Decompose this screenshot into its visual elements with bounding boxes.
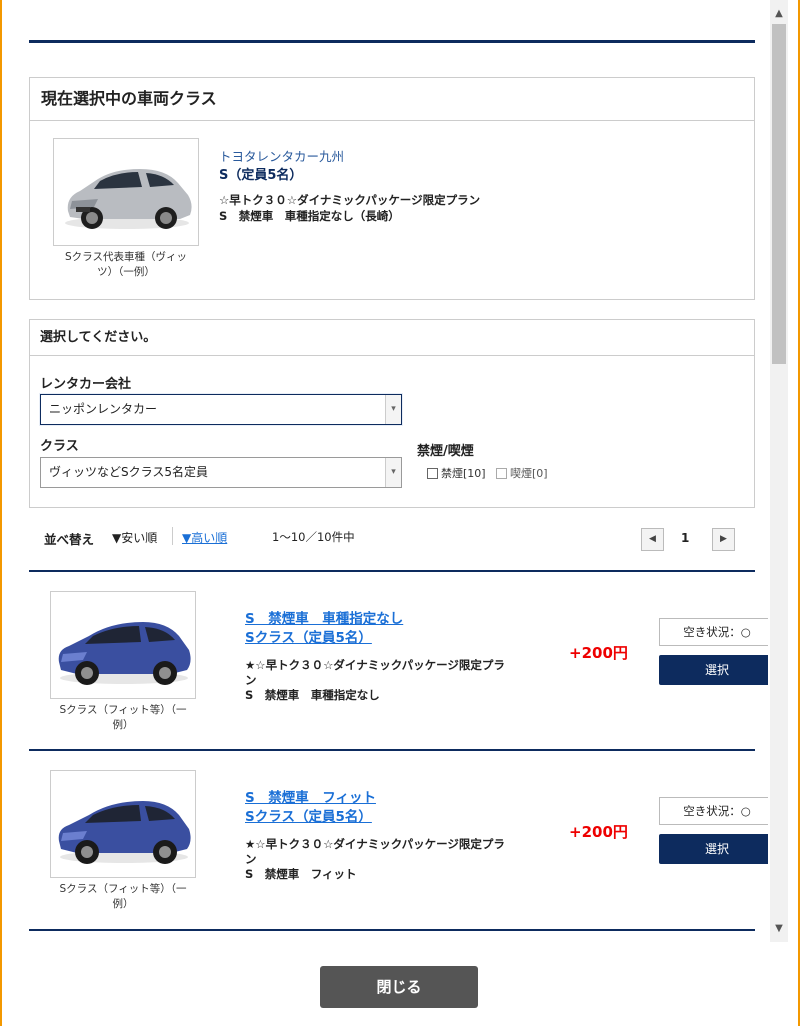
current-car-image <box>53 138 199 246</box>
current-plan-line2: S 禁煙車 車種指定なし（長崎） <box>219 209 400 223</box>
class-select-value: ヴィッツなどSクラス5名定員 <box>49 465 209 479</box>
company-select[interactable]: ニッポンレンタカー ▾ <box>40 394 402 425</box>
chevron-down-icon: ▾ <box>385 395 401 424</box>
current-class-panel: 現在選択中の車両クラス Sクラス代表車種（ヴィッ ツ）（一例） トヨタレンタカー… <box>29 77 755 300</box>
caret-right-icon: ▶ <box>720 534 727 544</box>
item-car-image <box>50 591 196 699</box>
current-plan: ☆早トク３０☆ダイナミックパッケージ限定プラン S 禁煙車 車種指定なし（長崎） <box>219 192 480 224</box>
item-car-caption-line1: Sクラス（フィット等）（一 <box>59 883 187 895</box>
item-desc-line2: ン <box>245 852 257 866</box>
current-page: 1 <box>681 531 690 545</box>
item-name-line1[interactable]: S 禁煙車 車種指定なし <box>245 610 403 629</box>
company-select-value: ニッポンレンタカー <box>49 402 158 416</box>
next-page-button[interactable]: ▶ <box>712 528 735 551</box>
class-select[interactable]: ヴィッツなどSクラス5名定員 ▾ <box>40 457 402 488</box>
item-car-caption-line2: 例） <box>112 898 134 910</box>
item-description: ★☆早トク３０☆ダイナミックパッケージ限定プラ ン S 禁煙車 フィット <box>245 837 537 882</box>
item-name-line2[interactable]: Sクラス（定員5名） <box>245 629 403 648</box>
item-description: ★☆早トク３０☆ダイナミックパッケージ限定プラ ン S 禁煙車 車種指定なし <box>245 658 537 703</box>
item-price: +200円 <box>569 823 628 841</box>
smoking-checkbox[interactable]: 喫煙[0] <box>496 467 548 480</box>
item-car-caption: Sクラス（フィット等）（一 例） <box>50 703 196 733</box>
selection-title: 選択してください。 <box>30 320 754 356</box>
close-button[interactable]: 閉じる <box>320 966 478 1008</box>
company-label: レンタカー会社 <box>40 377 132 392</box>
selection-panel: 選択してください。 レンタカー会社 ニッポンレンタカー ▾ クラス ヴィッツなど… <box>29 319 755 508</box>
smoke-label: 禁煙/喫煙 <box>417 444 474 459</box>
current-car-caption-line2: ツ）（一例） <box>97 266 155 278</box>
sort-label: 並べ替え <box>44 532 95 547</box>
current-class-name: S（定員5名） <box>219 168 303 183</box>
chevron-down-icon: ▾ <box>385 458 401 487</box>
item-desc-line1: ★☆早トク３０☆ダイナミックパッケージ限定プラ <box>245 658 505 672</box>
item-car-caption: Sクラス（フィット等）（一 例） <box>50 882 196 912</box>
scroll-down-icon[interactable]: ▼ <box>770 920 788 938</box>
item-name-line1[interactable]: S 禁煙車 フィット <box>245 789 376 808</box>
select-button[interactable]: 選択 <box>659 834 768 864</box>
item-name-link[interactable]: S 禁煙車 車種指定なし Sクラス（定員5名） <box>245 610 403 648</box>
sort-cheap[interactable]: ▼安い順 <box>112 529 157 546</box>
smoking-label: 喫煙[0] <box>510 467 548 480</box>
sort-expensive-link[interactable]: ▼高い順 <box>182 529 227 546</box>
item-car-caption-line1: Sクラス（フィット等）（一 <box>59 704 187 716</box>
item-price: +200円 <box>569 644 628 662</box>
current-company: トヨタレンタカー九州 <box>219 149 345 164</box>
nonsmoking-label: 禁煙[10] <box>441 467 486 480</box>
checkbox-icon <box>427 468 438 479</box>
sort-divider <box>172 527 173 545</box>
current-plan-line1: ☆早トク３０☆ダイナミックパッケージ限定プラン <box>219 193 481 207</box>
select-button[interactable]: 選択 <box>659 655 768 685</box>
current-class-title: 現在選択中の車両クラス <box>30 78 754 121</box>
item-name-line2[interactable]: Sクラス（定員5名） <box>245 808 376 827</box>
caret-left-icon: ◀ <box>649 534 656 544</box>
result-item: Sクラス（フィット等）（一 例） S 禁煙車 フィット Sクラス（定員5名） ★… <box>29 749 768 929</box>
item-desc-line2: ン <box>245 673 257 687</box>
class-label: クラス <box>40 439 79 454</box>
item-desc-line1: ★☆早トク３０☆ダイナミックパッケージ限定プラ <box>245 837 505 851</box>
nonsmoking-checkbox[interactable]: 禁煙[10] <box>427 467 486 480</box>
scroll-thumb[interactable] <box>772 24 786 364</box>
item-desc-line3: S 禁煙車 フィット <box>245 867 357 881</box>
item-car-image <box>50 770 196 878</box>
checkbox-icon <box>496 468 507 479</box>
prev-page-button[interactable]: ◀ <box>641 528 664 551</box>
scroll-up-icon[interactable]: ▲ <box>770 5 788 23</box>
result-item: Sクラス（フィット等）（一 例） S 禁煙車 車種指定なし Sクラス（定員5名）… <box>29 570 768 750</box>
current-car-caption-line1: Sクラス代表車種（ヴィッ <box>65 251 187 263</box>
availability-badge: 空き状況：○ <box>659 618 768 646</box>
bottom-divider <box>29 929 755 931</box>
item-desc-line3: S 禁煙車 車種指定なし <box>245 688 380 702</box>
item-car-caption-line2: 例） <box>112 719 134 731</box>
top-divider <box>29 40 755 43</box>
availability-badge: 空き状況：○ <box>659 797 768 825</box>
item-name-link[interactable]: S 禁煙車 フィット Sクラス（定員5名） <box>245 789 376 827</box>
current-car-caption: Sクラス代表車種（ヴィッ ツ）（一例） <box>53 250 199 280</box>
result-count: 1〜10／10件中 <box>272 530 355 544</box>
vertical-scrollbar[interactable]: ▲ ▼ <box>770 0 788 942</box>
modal-content: 現在選択中の車両クラス Sクラス代表車種（ヴィッ ツ）（一例） トヨタレンタカー… <box>2 0 768 1026</box>
